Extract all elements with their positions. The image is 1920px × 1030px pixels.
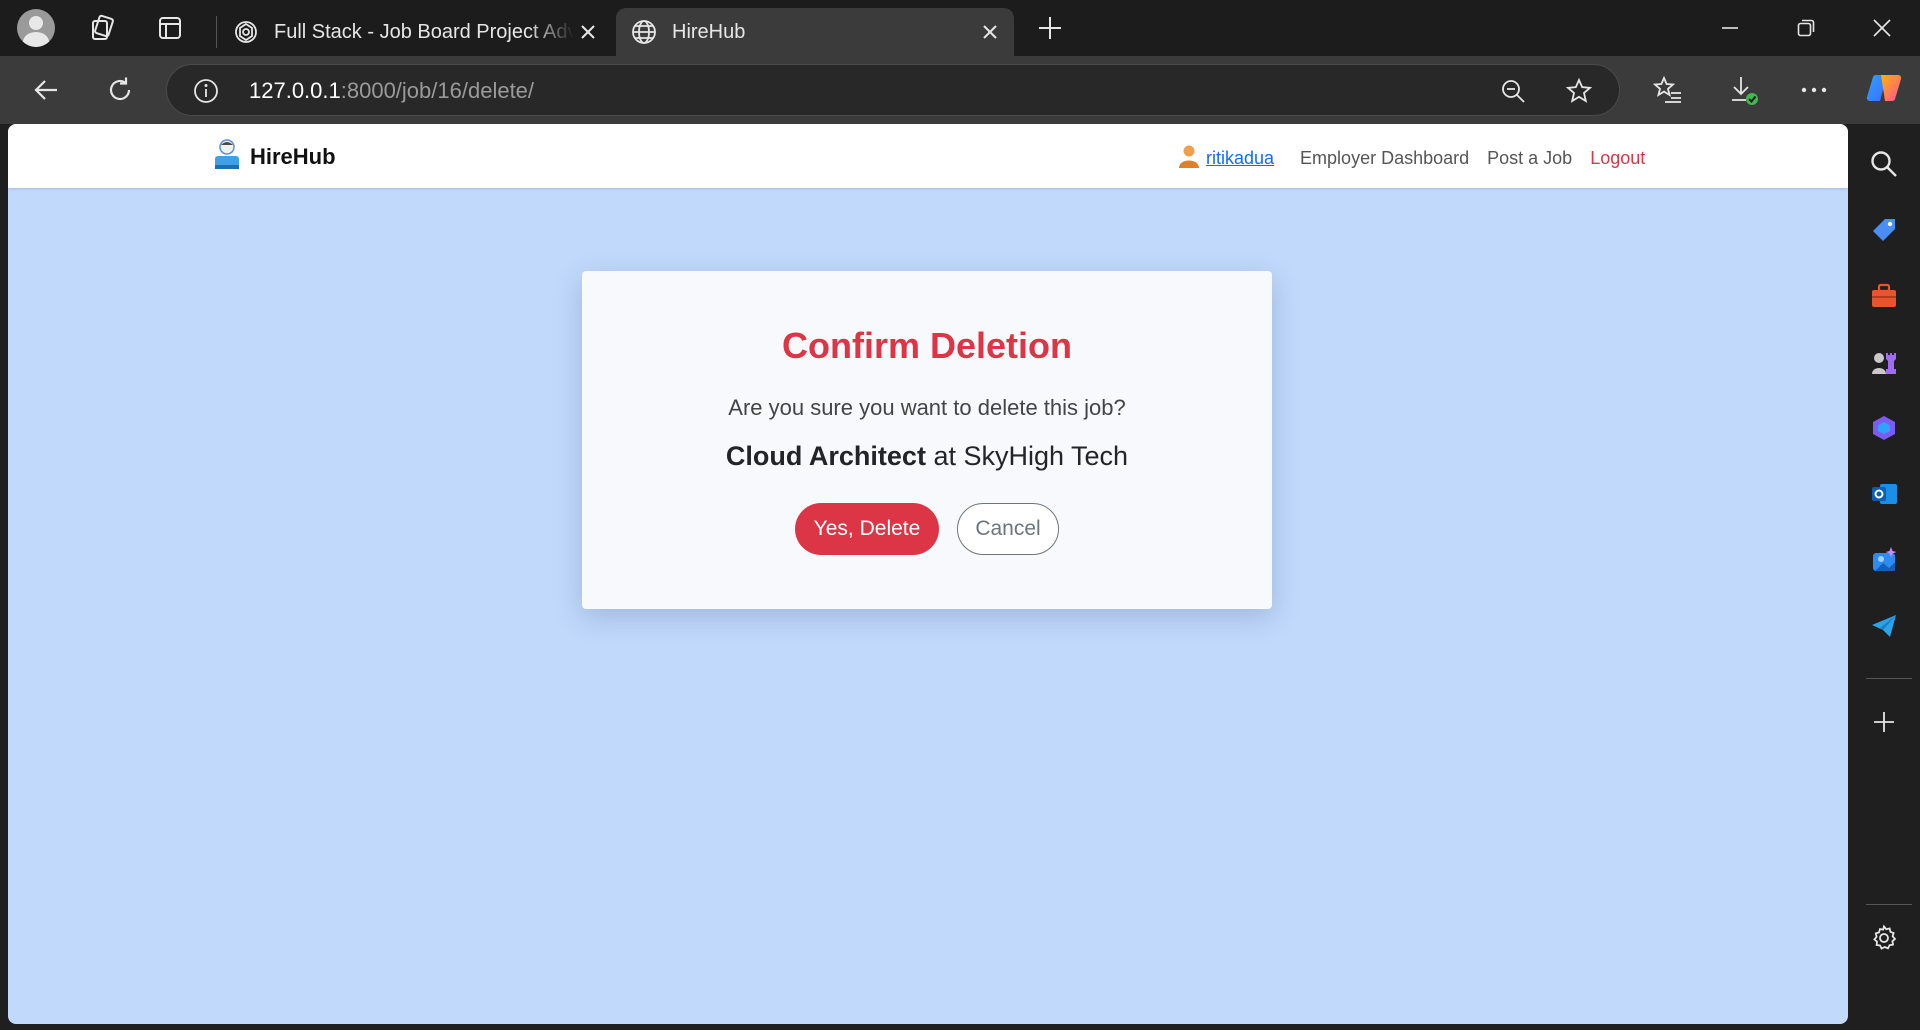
telegram-send-icon[interactable] (1864, 606, 1904, 646)
minimize-icon[interactable] (1692, 0, 1768, 56)
address-bar[interactable]: 127.0.0.1:8000/job/16/delete/ (166, 64, 1620, 116)
dialog-actions: Yes, Delete Cancel (582, 503, 1272, 555)
restore-icon[interactable] (1768, 0, 1844, 56)
post-job-link[interactable]: Post a Job (1487, 148, 1572, 169)
logout-link[interactable]: Logout (1590, 148, 1645, 169)
sidebar-divider (1866, 904, 1912, 905)
job-seeker-logo-icon (212, 138, 242, 175)
more-options-icon[interactable] (1794, 70, 1834, 110)
workspaces-icon[interactable] (84, 10, 120, 46)
tab-job-board-project[interactable]: Full Stack - Job Board Project Adv (218, 8, 612, 56)
dialog-question: Are you sure you want to delete this job… (728, 395, 1126, 420)
user-menu: ritikadua (1178, 144, 1274, 173)
designer-icon[interactable] (1864, 540, 1904, 580)
close-tab-icon[interactable] (976, 18, 1004, 46)
delete-confirmation-card: Confirm Deletion Are you sure you want t… (582, 271, 1272, 609)
sidebar-divider (1866, 678, 1912, 679)
favorites-list-icon[interactable] (1648, 70, 1688, 110)
profile-avatar-icon[interactable] (17, 9, 55, 47)
company-name: SkyHigh Tech (963, 441, 1129, 471)
close-tab-icon[interactable] (574, 18, 602, 46)
refresh-icon[interactable] (100, 70, 140, 110)
dialog-title: Confirm Deletion (781, 325, 1072, 366)
new-tab-button[interactable] (1030, 12, 1070, 48)
brand-link[interactable]: HireHub (212, 138, 336, 175)
games-chess-icon[interactable] (1864, 342, 1904, 382)
outlook-icon[interactable] (1864, 474, 1904, 514)
url-path: :8000/job/16/delete/ (340, 78, 535, 103)
site-info-icon[interactable] (193, 78, 219, 104)
url-text[interactable]: 127.0.0.1:8000/job/16/delete/ (249, 78, 534, 104)
employer-dashboard-link[interactable]: Employer Dashboard (1300, 148, 1469, 169)
vertical-tabs-icon[interactable] (152, 10, 188, 46)
shopping-tag-icon[interactable] (1864, 210, 1904, 250)
confirm-delete-button[interactable]: Yes, Delete (795, 503, 939, 555)
tab-hirehub[interactable]: HireHub (616, 8, 1014, 56)
openai-icon (232, 18, 260, 46)
tools-briefcase-icon[interactable] (1864, 276, 1904, 316)
edge-sidebar (1848, 124, 1920, 1030)
nav-links: ritikadua Employer Dashboard Post a Job … (1178, 144, 1645, 173)
tab-strip: Full Stack - Job Board Project Adv HireH… (0, 0, 1920, 56)
tab-separator (216, 16, 217, 48)
search-icon[interactable] (1864, 144, 1904, 184)
cancel-button[interactable]: Cancel (957, 503, 1059, 555)
site-navbar: HireHub ritikadua Employer Dashboard Pos… (8, 124, 1848, 188)
url-host: 127.0.0.1 (249, 78, 341, 103)
globe-icon (630, 18, 658, 46)
close-window-icon[interactable] (1844, 0, 1920, 56)
job-title: Cloud Architect (725, 441, 926, 471)
settings-gear-icon[interactable] (1864, 918, 1904, 958)
job-summary: Cloud Architect at SkyHigh Tech (582, 441, 1272, 472)
brand-name: HireHub (250, 143, 336, 169)
user-avatar-icon (1178, 144, 1200, 173)
username-link[interactable]: ritikadua (1206, 148, 1274, 169)
favorite-star-icon[interactable] (1559, 71, 1599, 111)
tab-title: HireHub (672, 20, 746, 43)
back-arrow-icon[interactable] (26, 70, 66, 110)
page-viewport: HireHub ritikadua Employer Dashboard Pos… (8, 124, 1848, 1024)
downloads-icon[interactable] (1724, 70, 1764, 110)
microsoft365-icon[interactable] (1864, 408, 1904, 448)
zoom-out-icon[interactable] (1493, 71, 1533, 111)
tab-title: Full Stack - Job Board Project Adv (274, 20, 574, 43)
job-connector: at (925, 441, 964, 471)
browser-toolbar: 127.0.0.1:8000/job/16/delete/ (0, 56, 1920, 124)
add-sidebar-app-icon[interactable] (1864, 702, 1904, 742)
copilot-icon[interactable] (1864, 68, 1904, 108)
